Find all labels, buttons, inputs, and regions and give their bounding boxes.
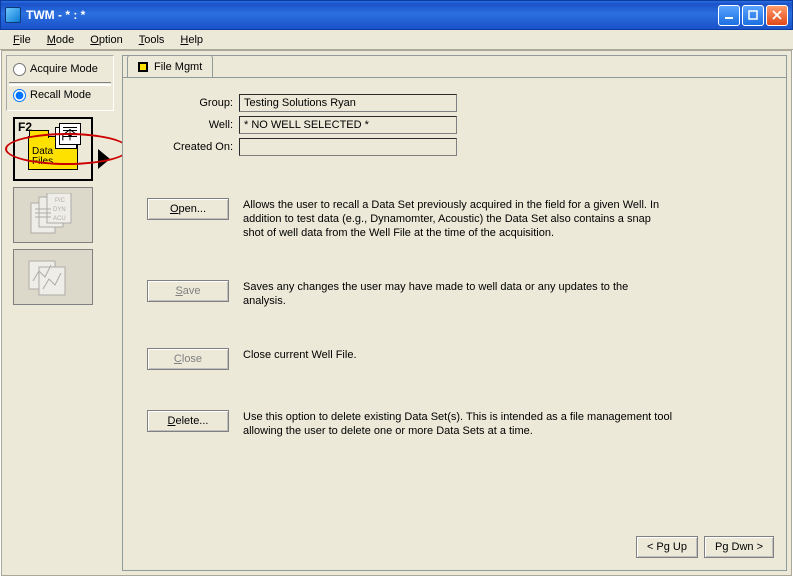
- charts-icon: [25, 255, 81, 299]
- close-button[interactable]: [766, 5, 788, 26]
- well-field[interactable]: * NO WELL SELECTED *: [239, 116, 457, 134]
- minimize-button[interactable]: [718, 5, 740, 26]
- tab-icon: [138, 62, 148, 72]
- data-files-button[interactable]: F2 Data Files: [13, 117, 93, 181]
- save-description: Saves any changes the user may have made…: [243, 280, 673, 308]
- recall-mode-label: Recall Mode: [30, 89, 91, 101]
- main-panel: File Mgmt Group: Testing Solutions Ryan …: [122, 55, 787, 571]
- recall-mode-input[interactable]: [13, 89, 26, 102]
- tab-file-mgmt-label: File Mgmt: [154, 61, 202, 73]
- mode-group: Acquire Mode Recall Mode: [6, 55, 114, 111]
- group-field[interactable]: Testing Solutions Ryan: [239, 94, 457, 112]
- app-icon: [5, 7, 21, 23]
- arrow-right-icon: [98, 149, 110, 169]
- maximize-button[interactable]: [742, 5, 764, 26]
- acquire-mode-label: Acquire Mode: [30, 63, 98, 75]
- created-field[interactable]: [239, 138, 457, 156]
- open-button[interactable]: Open...: [147, 198, 229, 220]
- tab-file-mgmt[interactable]: File Mgmt: [127, 55, 213, 77]
- created-label: Created On:: [147, 141, 239, 153]
- menu-mode[interactable]: Mode: [40, 33, 82, 47]
- svg-text:ACU: ACU: [53, 216, 66, 222]
- svg-text:P/C: P/C: [55, 198, 66, 204]
- nav-buttons: < Pg Up Pg Dwn >: [636, 536, 774, 558]
- page-down-button[interactable]: Pg Dwn >: [704, 536, 774, 558]
- actions: Open... Allows the user to recall a Data…: [147, 198, 766, 478]
- delete-button[interactable]: Delete...: [147, 410, 229, 432]
- window-title: TWM - * : *: [26, 8, 716, 22]
- menu-help[interactable]: Help: [173, 33, 210, 47]
- documents-icon: P/C DYN ACU: [25, 193, 81, 237]
- svg-text:DYN: DYN: [53, 207, 66, 213]
- titlebar: TWM - * : *: [0, 0, 793, 30]
- acquire-mode-input[interactable]: [13, 63, 26, 76]
- save-button: Save: [147, 280, 229, 302]
- page-up-button[interactable]: < Pg Up: [636, 536, 698, 558]
- delete-description: Use this option to delete existing Data …: [243, 410, 673, 438]
- folder-icon: Data Files: [28, 136, 78, 170]
- client-area: Acquire Mode Recall Mode F2 Data Files: [1, 50, 792, 576]
- recall-mode-radio[interactable]: Recall Mode: [9, 86, 111, 104]
- left-panel: Acquire Mode Recall Mode F2 Data Files: [6, 55, 114, 571]
- reports-button-disabled: P/C DYN ACU: [13, 187, 93, 243]
- menu-tools[interactable]: Tools: [132, 33, 172, 47]
- form-area: Group: Testing Solutions Ryan Well: * NO…: [147, 92, 776, 158]
- menu-option[interactable]: Option: [83, 33, 129, 47]
- close-well-button: Close: [147, 348, 229, 370]
- menu-file[interactable]: File: [6, 33, 38, 47]
- charts-button-disabled: [13, 249, 93, 305]
- data-files-label: Data Files: [32, 147, 53, 167]
- well-label: Well:: [147, 119, 239, 131]
- tabstrip: File Mgmt: [123, 55, 213, 77]
- menubar: File Mode Option Tools Help: [0, 30, 793, 50]
- acquire-mode-radio[interactable]: Acquire Mode: [9, 60, 111, 78]
- tab-body: Group: Testing Solutions Ryan Well: * NO…: [123, 77, 786, 570]
- close-description: Close current Well File.: [243, 348, 673, 370]
- open-description: Allows the user to recall a Data Set pre…: [243, 198, 673, 240]
- group-label: Group:: [147, 97, 239, 109]
